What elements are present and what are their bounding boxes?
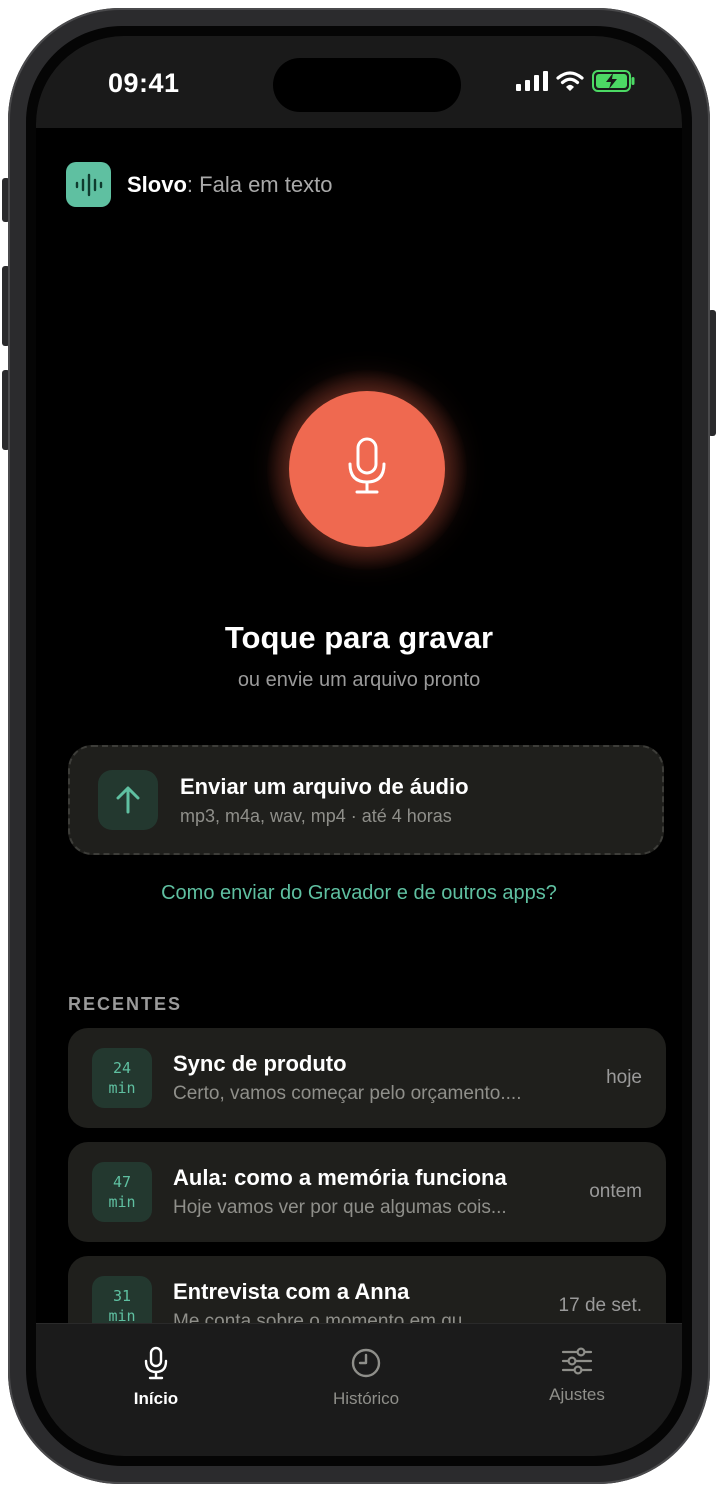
duration-badge: 47 min xyxy=(92,1162,152,1222)
recording-title: Aula: como a memória funciona xyxy=(173,1165,507,1190)
upload-formats: mp3, m4a, wav, mp4 · até 4 horas xyxy=(180,805,452,826)
duration-badge: 24 min xyxy=(92,1048,152,1108)
phone-bezel: 09:41 Slovo: Fala em texto Toque para gr… xyxy=(26,26,692,1466)
duration-value: 47 xyxy=(112,1173,132,1191)
record-subtitle: ou envie um arquivo pronto xyxy=(237,669,481,691)
app-name: Slovo xyxy=(127,171,187,197)
tab-label: Histórico xyxy=(332,1389,400,1408)
upload-audio-button[interactable]: Enviar um arquivo de áudio mp3, m4a, wav… xyxy=(68,745,664,855)
status-icons xyxy=(516,70,636,97)
wifi-icon xyxy=(556,71,584,96)
status-bar: 09:41 xyxy=(36,36,682,128)
recording-text: Sync de produto Certo, vamos começar pel… xyxy=(173,1051,606,1105)
clock-icon xyxy=(350,1348,382,1384)
sliders-icon xyxy=(561,1347,593,1380)
tab-bar: Início Histórico Ajustes xyxy=(36,1323,682,1456)
recording-title: Sync de produto xyxy=(173,1051,347,1076)
record-button[interactable] xyxy=(289,391,445,547)
recording-title: Entrevista com a Anna xyxy=(173,1279,410,1304)
duration-value: 24 xyxy=(112,1059,132,1077)
list-item[interactable]: 24 min Sync de produto Certo, vamos come… xyxy=(68,1028,666,1128)
help-link[interactable]: Como enviar do Gravador e de outros apps… xyxy=(36,882,682,905)
app-header: Slovo: Fala em texto xyxy=(66,162,332,207)
upload-title: Enviar um arquivo de áudio xyxy=(180,773,469,799)
app-title-separator: : xyxy=(186,171,194,197)
dynamic-island xyxy=(273,58,461,112)
screen: 09:41 Slovo: Fala em texto Toque para gr… xyxy=(36,36,682,1456)
app-subtitle: Fala em texto xyxy=(199,171,333,197)
signal-icon xyxy=(516,71,548,96)
upload-text: Enviar um arquivo de áudio mp3, m4a, wav… xyxy=(180,774,469,827)
battery-icon xyxy=(592,70,636,97)
tab-label: Ajustes xyxy=(549,1385,605,1404)
phone-frame: 09:41 Slovo: Fala em texto Toque para gr… xyxy=(8,8,710,1484)
recording-preview: Hoje vamos ver por que algumas cois... xyxy=(173,1197,507,1218)
waveform-logo-icon xyxy=(66,162,111,207)
recording-preview: Certo, vamos começar pelo orçamento.... xyxy=(173,1083,522,1104)
recording-date: ontem xyxy=(589,1181,642,1202)
list-item[interactable]: 47 min Aula: como a memória funciona Hoj… xyxy=(68,1142,666,1242)
duration-value: 31 xyxy=(112,1287,132,1305)
mic-icon xyxy=(143,1346,169,1384)
tab-historico[interactable]: Histórico xyxy=(286,1346,446,1409)
record-title: Toque para gravar xyxy=(224,620,494,655)
recording-text: Aula: como a memória funciona Hoje vamos… xyxy=(173,1165,589,1219)
recording-date: hoje xyxy=(606,1067,642,1088)
arrow-up-icon xyxy=(98,770,158,830)
duration-unit: min xyxy=(108,1079,136,1097)
duration-unit: min xyxy=(108,1193,136,1211)
app-title: Slovo: Fala em texto xyxy=(127,172,332,198)
tab-inicio[interactable]: Início xyxy=(76,1346,236,1409)
recording-date: 17 de set. xyxy=(558,1295,642,1316)
tab-label: Início xyxy=(133,1389,179,1408)
recents-label: RECENTES xyxy=(68,994,183,1014)
tab-ajustes[interactable]: Ajustes xyxy=(497,1346,657,1405)
microphone-icon xyxy=(345,437,389,502)
status-time: 09:41 xyxy=(108,68,180,98)
